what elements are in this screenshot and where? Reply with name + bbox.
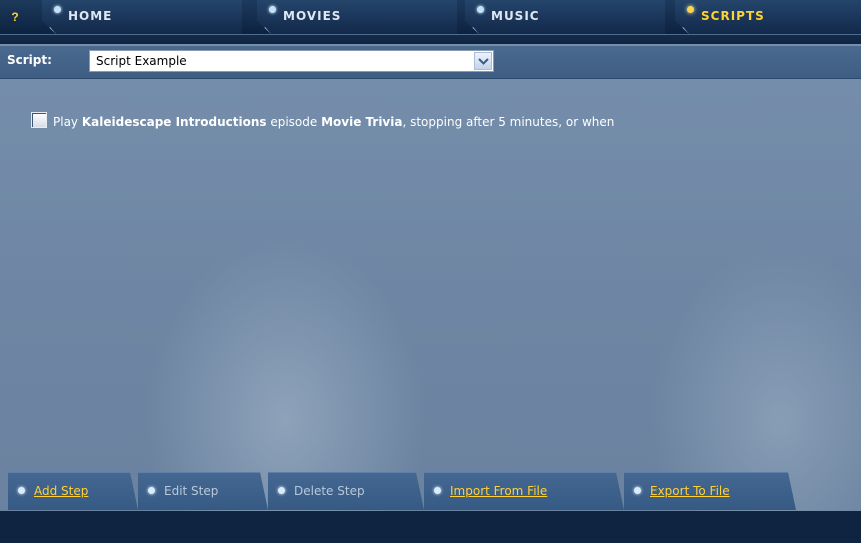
- script-select-value: Script Example: [96, 54, 187, 68]
- export-to-file-label: Export To File: [650, 484, 730, 498]
- tab-movies-label: MOVIES: [283, 9, 342, 23]
- app-window: ? HOME MOVIES MUSIC SCRIPTS Script: Scri…: [0, 0, 861, 543]
- export-to-file-button[interactable]: Export To File: [624, 472, 796, 510]
- bullet-icon: [278, 487, 285, 494]
- tab-music-label: MUSIC: [491, 9, 540, 23]
- bullet-icon: [687, 6, 694, 13]
- tab-music[interactable]: MUSIC: [465, 0, 665, 34]
- script-step: Play Kaleidescape Introductions episode …: [31, 112, 861, 132]
- script-label: Script:: [7, 53, 52, 67]
- bullet-icon: [54, 6, 61, 13]
- chevron-down-icon: [478, 58, 489, 65]
- bullet-icon: [18, 487, 25, 494]
- step-text: episode: [266, 115, 322, 129]
- step-text: , stopping after 5 minutes, or when: [402, 115, 615, 129]
- bullet-icon: [434, 487, 441, 494]
- edit-step-label: Edit Step: [164, 484, 219, 498]
- tab-scripts-label: SCRIPTS: [701, 9, 765, 23]
- step-text: Play: [53, 115, 82, 129]
- script-select[interactable]: Script Example: [89, 50, 494, 72]
- add-step-button[interactable]: Add Step: [8, 472, 138, 510]
- import-from-file-button[interactable]: Import From File: [424, 472, 624, 510]
- step-checkbox[interactable]: [31, 112, 47, 128]
- tab-movies[interactable]: MOVIES: [257, 0, 457, 34]
- script-bar: Script: Script Example: [0, 46, 861, 79]
- import-from-file-label: Import From File: [450, 484, 548, 498]
- tab-home[interactable]: HOME: [42, 0, 242, 34]
- step-episode: Movie Trivia: [321, 115, 403, 129]
- edit-step-button[interactable]: Edit Step: [138, 472, 268, 510]
- bullet-icon: [148, 487, 155, 494]
- bullet-icon: [269, 6, 276, 13]
- bullet-icon: [477, 6, 484, 13]
- step-program: Kaleidescape Introductions: [81, 115, 267, 129]
- help-button[interactable]: ?: [6, 3, 24, 31]
- bullet-icon: [634, 487, 641, 494]
- dropdown-arrow-button[interactable]: [474, 52, 492, 70]
- bottom-bar: [0, 511, 861, 543]
- tab-home-label: HOME: [68, 9, 113, 23]
- tab-scripts[interactable]: SCRIPTS: [675, 0, 861, 34]
- top-navigation: ? HOME MOVIES MUSIC SCRIPTS: [0, 0, 861, 44]
- delete-step-button[interactable]: Delete Step: [268, 472, 424, 510]
- add-step-label: Add Step: [34, 484, 89, 498]
- action-tabs: Add Step Edit Step Delete Step Import Fr…: [0, 472, 861, 511]
- delete-step-label: Delete Step: [294, 484, 365, 498]
